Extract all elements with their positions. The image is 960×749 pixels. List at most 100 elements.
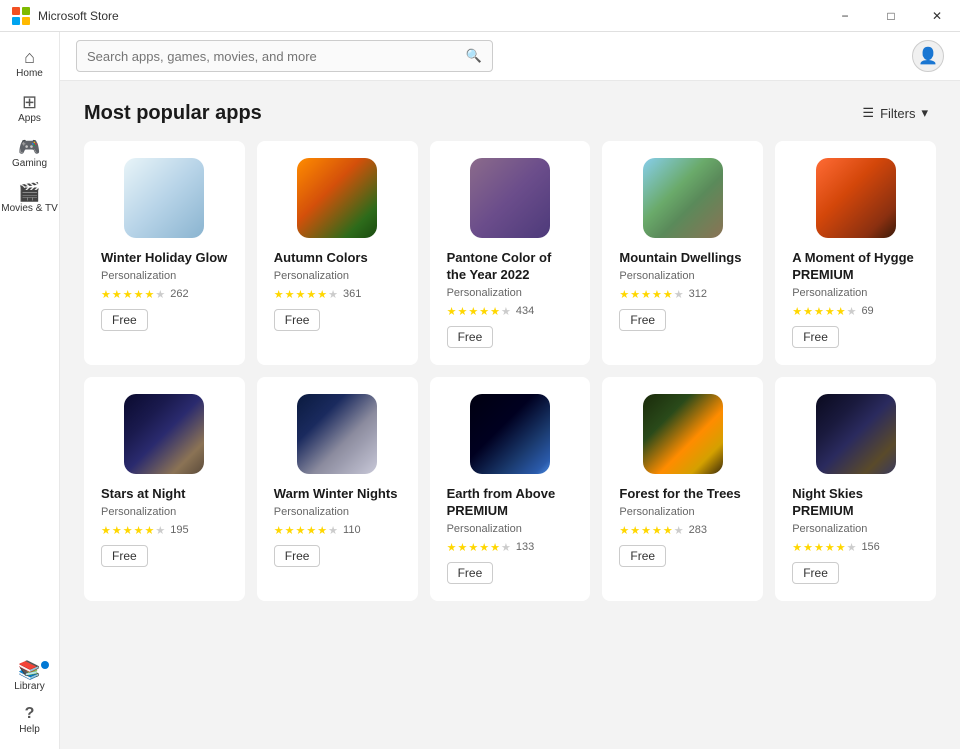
sidebar-item-apps[interactable]: ⊞ Apps [0,85,59,130]
app-rating-earth-from-above: ★★★★★★ 133 [447,541,574,554]
rating-count-night-skies: 156 [861,541,879,553]
star-half: ★ [490,305,500,318]
sidebar-item-home[interactable]: ⌂ Home [0,40,59,85]
stars-winter-holiday-glow: ★★★★★★ [101,288,165,301]
rating-count-pantone-color: 434 [516,305,534,317]
app-price-winter-holiday-glow[interactable]: Free [101,309,148,331]
stars-night-skies: ★★★★★★ [792,541,856,554]
stars-mountain-dwellings: ★★★★★★ [619,288,683,301]
star-half: ★ [145,288,155,301]
filters-button[interactable]: ☰ Filters ▾ [854,101,936,125]
app-rating-stars-at-night: ★★★★★★ 195 [101,524,228,537]
sidebar-item-library[interactable]: 📚 Library [0,653,59,698]
rating-count-forest-for-trees: 283 [689,524,707,536]
app-card-mountain-dwellings[interactable]: Mountain Dwellings Personalization ★★★★★… [602,141,763,365]
rating-count-autumn-colors: 361 [343,288,361,300]
app-price-forest-for-trees[interactable]: Free [619,545,666,567]
app-card-forest-for-trees[interactable]: Forest for the Trees Personalization ★★★… [602,377,763,601]
app-icon-autumn-colors [297,158,377,238]
app-icon-wrapper [792,158,919,238]
app-card-autumn-colors[interactable]: Autumn Colors Personalization ★★★★★★ 361… [257,141,418,365]
star-full: ★ [652,524,662,537]
app-name-stars-at-night: Stars at Night [101,486,228,503]
star-full: ★ [306,288,316,301]
star-full: ★ [457,541,467,554]
app-rating-autumn-colors: ★★★★★★ 361 [274,288,401,301]
app-icon-wrapper [619,158,746,238]
app-card-moment-hygge[interactable]: A Moment of Hygge PREMIUM Personalizatio… [775,141,936,365]
app-name-warm-winter-nights: Warm Winter Nights [274,486,401,503]
titlebar-title: Microsoft Store [38,9,119,23]
app-icon-stars-at-night [124,394,204,474]
star-full: ★ [112,288,122,301]
star-half: ★ [836,305,846,318]
app-price-warm-winter-nights[interactable]: Free [274,545,321,567]
minimize-button[interactable]: − [822,0,868,32]
app-price-moment-hygge[interactable]: Free [792,326,839,348]
star-full: ★ [792,305,802,318]
app-name-forest-for-trees: Forest for the Trees [619,486,746,503]
app-icon-wrapper [274,394,401,474]
close-button[interactable]: ✕ [914,0,960,32]
app-rating-forest-for-trees: ★★★★★★ 283 [619,524,746,537]
app-card-pantone-color[interactable]: Pantone Color of the Year 2022 Personali… [430,141,591,365]
app-logo [12,7,30,25]
app-card-earth-from-above[interactable]: Earth from Above PREMIUM Personalization… [430,377,591,601]
sidebar-item-gaming[interactable]: 🎮 Gaming [0,130,59,175]
sidebar-item-help[interactable]: ? Help [0,698,59,741]
chevron-down-icon: ▾ [921,105,928,121]
help-icon: ? [25,706,35,722]
app-price-night-skies[interactable]: Free [792,562,839,584]
app-layout: ⌂ Home ⊞ Apps 🎮 Gaming 🎬 Movies & TV 📚 L… [0,32,960,749]
star-full: ★ [123,288,133,301]
search-box[interactable]: 🔍 [76,40,493,72]
star-full: ★ [306,524,316,537]
search-icon: 🔍 [466,48,482,64]
app-price-earth-from-above[interactable]: Free [447,562,494,584]
star-full: ★ [814,541,824,554]
star-full: ★ [123,524,133,537]
maximize-button[interactable]: □ [868,0,914,32]
star-full: ★ [663,524,673,537]
app-rating-warm-winter-nights: ★★★★★★ 110 [274,524,401,537]
app-card-warm-winter-nights[interactable]: Warm Winter Nights Personalization ★★★★★… [257,377,418,601]
app-card-winter-holiday-glow[interactable]: Winter Holiday Glow Personalization ★★★★… [84,141,245,365]
app-icon-pantone-color [470,158,550,238]
sidebar-label-home: Home [16,68,43,79]
app-name-pantone-color: Pantone Color of the Year 2022 [447,250,574,284]
star-full: ★ [296,288,306,301]
star-full: ★ [285,288,295,301]
user-avatar[interactable]: 👤 [912,40,944,72]
app-card-night-skies[interactable]: Night Skies PREMIUM Personalization ★★★★… [775,377,936,601]
titlebar: Microsoft Store − □ ✕ [0,0,960,32]
star-full: ★ [630,524,640,537]
star-full: ★ [457,305,467,318]
app-price-stars-at-night[interactable]: Free [101,545,148,567]
star-full: ★ [792,541,802,554]
stars-earth-from-above: ★★★★★★ [447,541,511,554]
star-full: ★ [447,541,457,554]
apps-icon: ⊞ [22,93,37,111]
app-price-pantone-color[interactable]: Free [447,326,494,348]
content-area: Most popular apps ☰ Filters ▾ Winter Hol… [60,81,960,749]
app-price-autumn-colors[interactable]: Free [274,309,321,331]
app-icon-wrapper [101,158,228,238]
app-card-stars-at-night[interactable]: Stars at Night Personalization ★★★★★★ 19… [84,377,245,601]
rating-count-stars-at-night: 195 [170,524,188,536]
star-full: ★ [285,524,295,537]
app-category-earth-from-above: Personalization [447,523,574,535]
sidebar-bottom: 📚 Library ? Help [0,653,59,749]
app-price-mountain-dwellings[interactable]: Free [619,309,666,331]
stars-pantone-color: ★★★★★★ [447,305,511,318]
stars-forest-for-trees: ★★★★★★ [619,524,683,537]
star-full: ★ [825,305,835,318]
star-half: ★ [145,524,155,537]
sidebar-label-help: Help [19,724,40,735]
search-input[interactable] [87,49,458,64]
app-category-pantone-color: Personalization [447,287,574,299]
sidebar-item-movies[interactable]: 🎬 Movies & TV [0,175,59,220]
titlebar-left: Microsoft Store [0,7,119,25]
filter-icon: ☰ [862,105,874,121]
app-category-warm-winter-nights: Personalization [274,506,401,518]
gaming-icon: 🎮 [18,138,40,156]
